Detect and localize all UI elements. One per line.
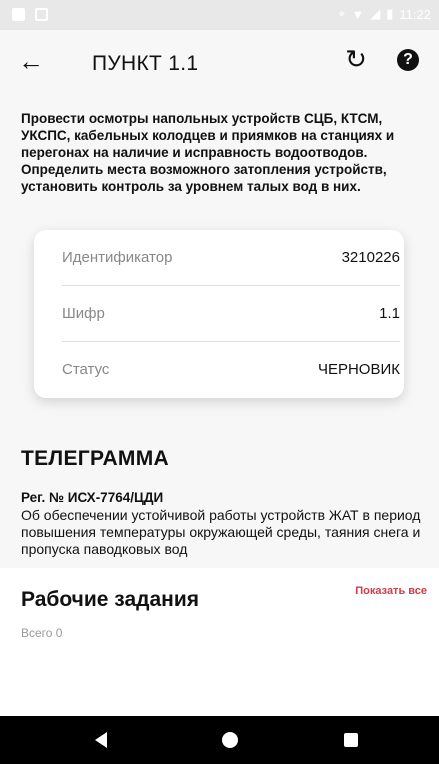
status-badge: ЧЕРНОВИК: [317, 361, 400, 378]
item-description: Провести осмотры напольных устройств СЦБ…: [21, 111, 395, 194]
detail-row-code: Шифр 1.1: [62, 286, 400, 342]
status-bar: ⌖ ▼ ◢ ▮ 11:22: [0, 0, 439, 30]
system-nav-bar: [0, 716, 439, 764]
detail-label: Статус: [62, 361, 110, 378]
nav-back-icon[interactable]: [95, 732, 107, 748]
signal-icon: ◢: [370, 6, 381, 21]
telegram-text: Об обеспечении устойчивой работы устройс…: [21, 507, 421, 557]
telegram-heading: ТЕЛЕГРАММА: [21, 447, 169, 470]
tasks-title: Рабочие задания: [21, 588, 199, 611]
nav-home-icon[interactable]: [222, 732, 238, 748]
refresh-icon[interactable]: ↻: [341, 44, 371, 74]
wifi-icon: ▼: [351, 6, 365, 22]
battery-icon: ▮: [386, 6, 394, 21]
detail-value: 1.1: [379, 305, 400, 322]
detail-label: Идентификатор: [62, 249, 173, 266]
page-title: ПУНКТ 1.1: [92, 52, 199, 75]
location-icon: ⌖: [338, 6, 346, 21]
sim-icon: [12, 8, 25, 21]
arrow-left-icon[interactable]: ←: [16, 46, 46, 76]
tasks-section: Рабочие задания Показать все Всего 0: [0, 568, 439, 716]
image-icon: [35, 8, 48, 21]
nav-recent-icon[interactable]: [344, 733, 358, 747]
show-all-link[interactable]: Показать все: [355, 585, 427, 597]
help-icon[interactable]: ?: [397, 49, 419, 71]
detail-row-identifier: Идентификатор 3210226: [62, 230, 400, 286]
detail-value: 3210226: [341, 249, 400, 266]
app-bar: ← ПУНКТ 1.1 ↻ ?: [0, 30, 439, 94]
status-time: 11:22: [399, 6, 431, 22]
telegram-reg-number: Рег. № ИСХ-7764/ЦДИ: [21, 490, 164, 505]
details-card: Идентификатор 3210226 Шифр 1.1 Статус ЧЕ…: [34, 230, 404, 398]
detail-row-status: Статус ЧЕРНОВИК: [62, 342, 400, 398]
detail-label: Шифр: [62, 305, 105, 322]
tasks-total: Всего 0: [21, 626, 63, 640]
